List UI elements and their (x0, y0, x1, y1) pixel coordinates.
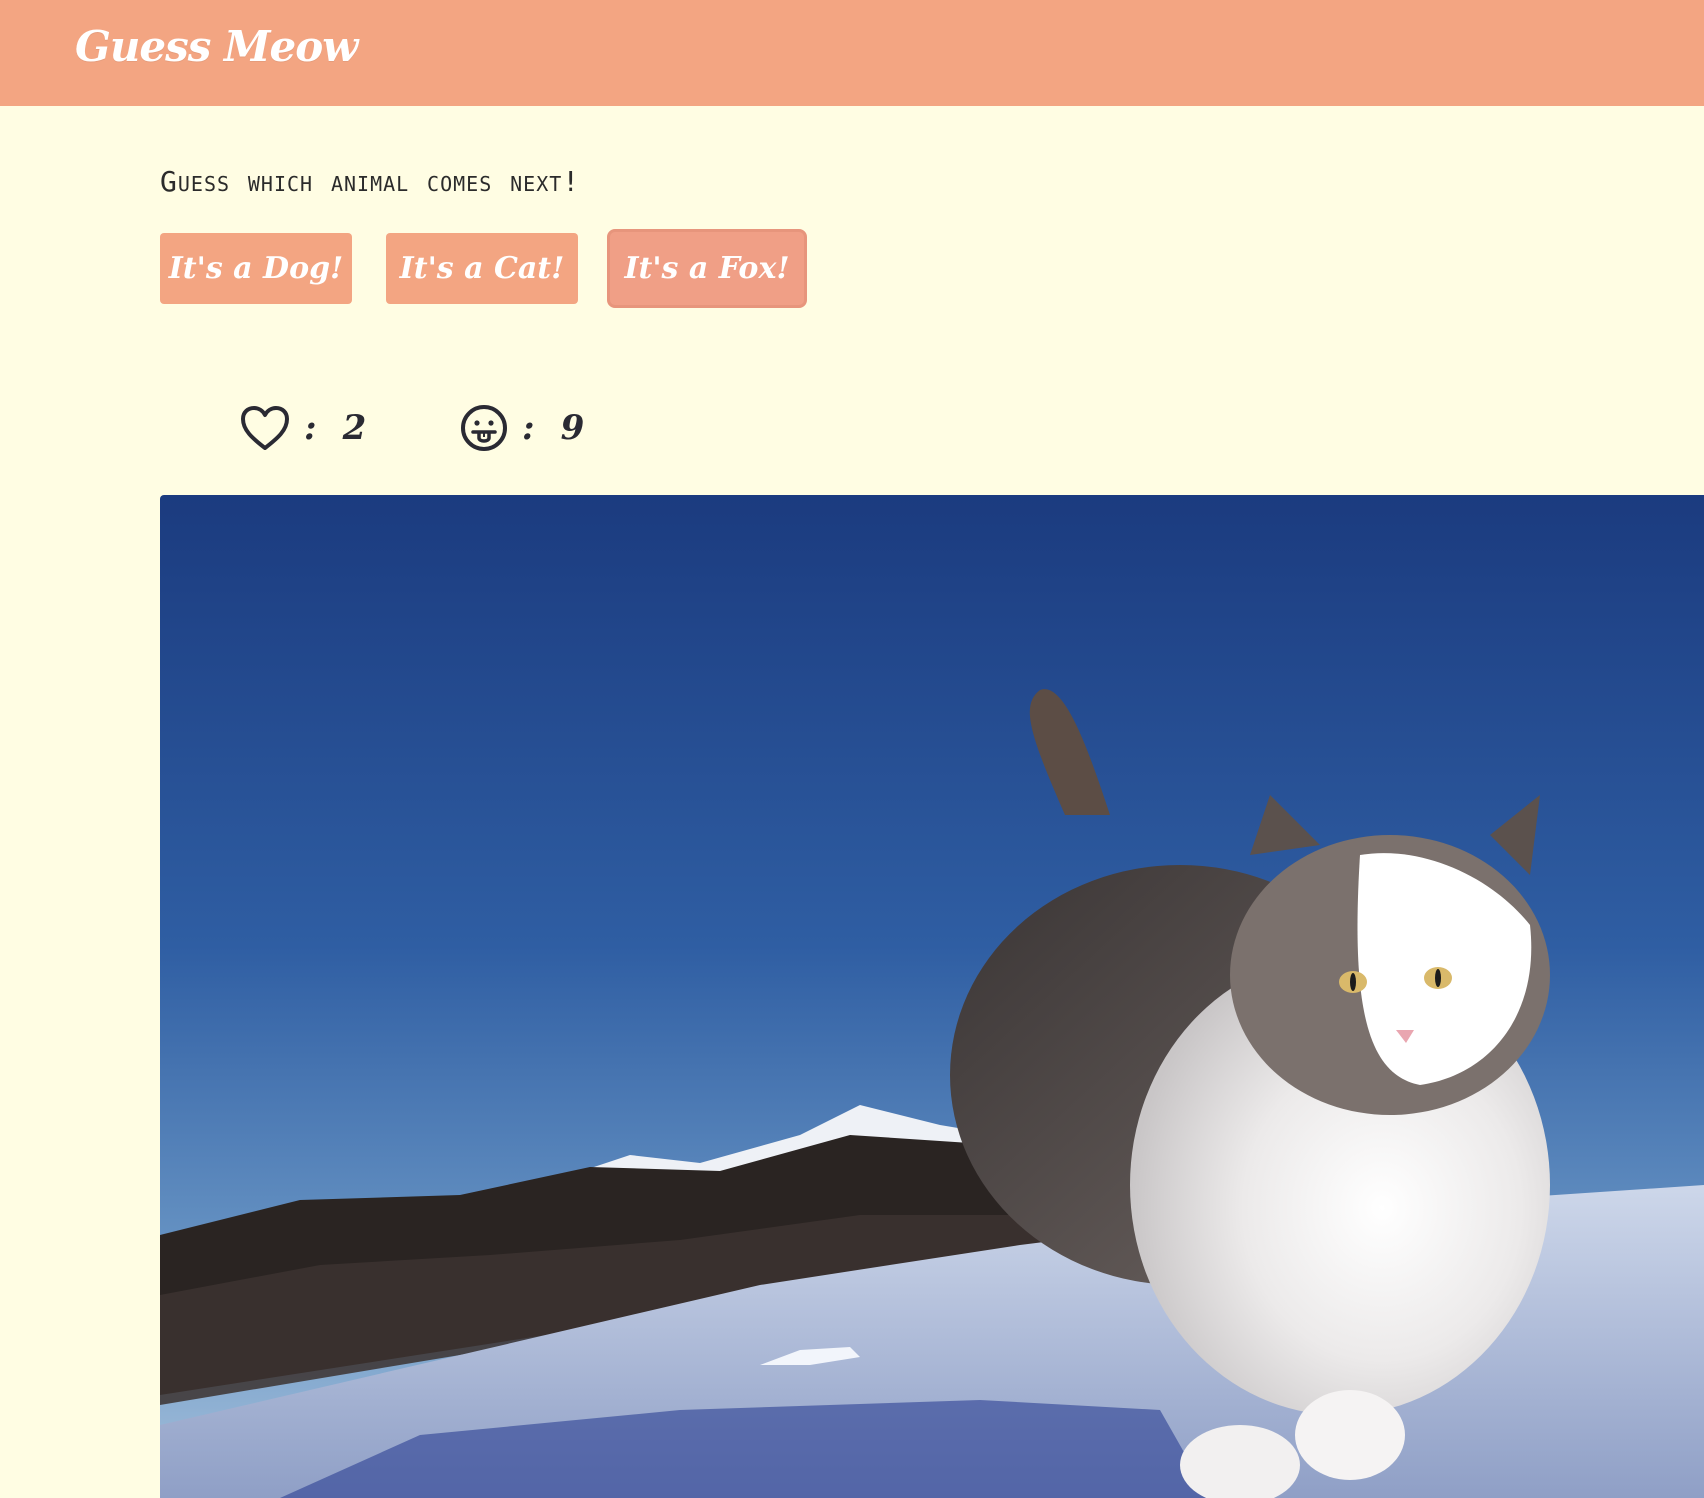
animal-photo (160, 495, 1704, 1498)
guess-cat-button[interactable]: It's a Cat! (386, 233, 578, 304)
guess-fox-button[interactable]: It's a Fox! (607, 229, 807, 308)
tongue-counter: : 9 (460, 400, 584, 456)
top-navbar: Guess Meow (0, 0, 1704, 106)
brand-logo[interactable]: Guess Meow (75, 22, 358, 71)
heart-outline-icon[interactable] (240, 405, 290, 451)
tongue-separator: : (522, 408, 535, 448)
guess-dog-button[interactable]: It's a Dog! (160, 233, 352, 304)
likes-counter: : 2 (240, 400, 366, 456)
guess-prompt: Guess which animal comes next! (160, 165, 581, 198)
likes-count: 2 (342, 408, 367, 448)
face-tongue-icon[interactable] (460, 404, 508, 452)
likes-separator: : (304, 408, 317, 448)
tongue-count: 9 (560, 408, 585, 448)
